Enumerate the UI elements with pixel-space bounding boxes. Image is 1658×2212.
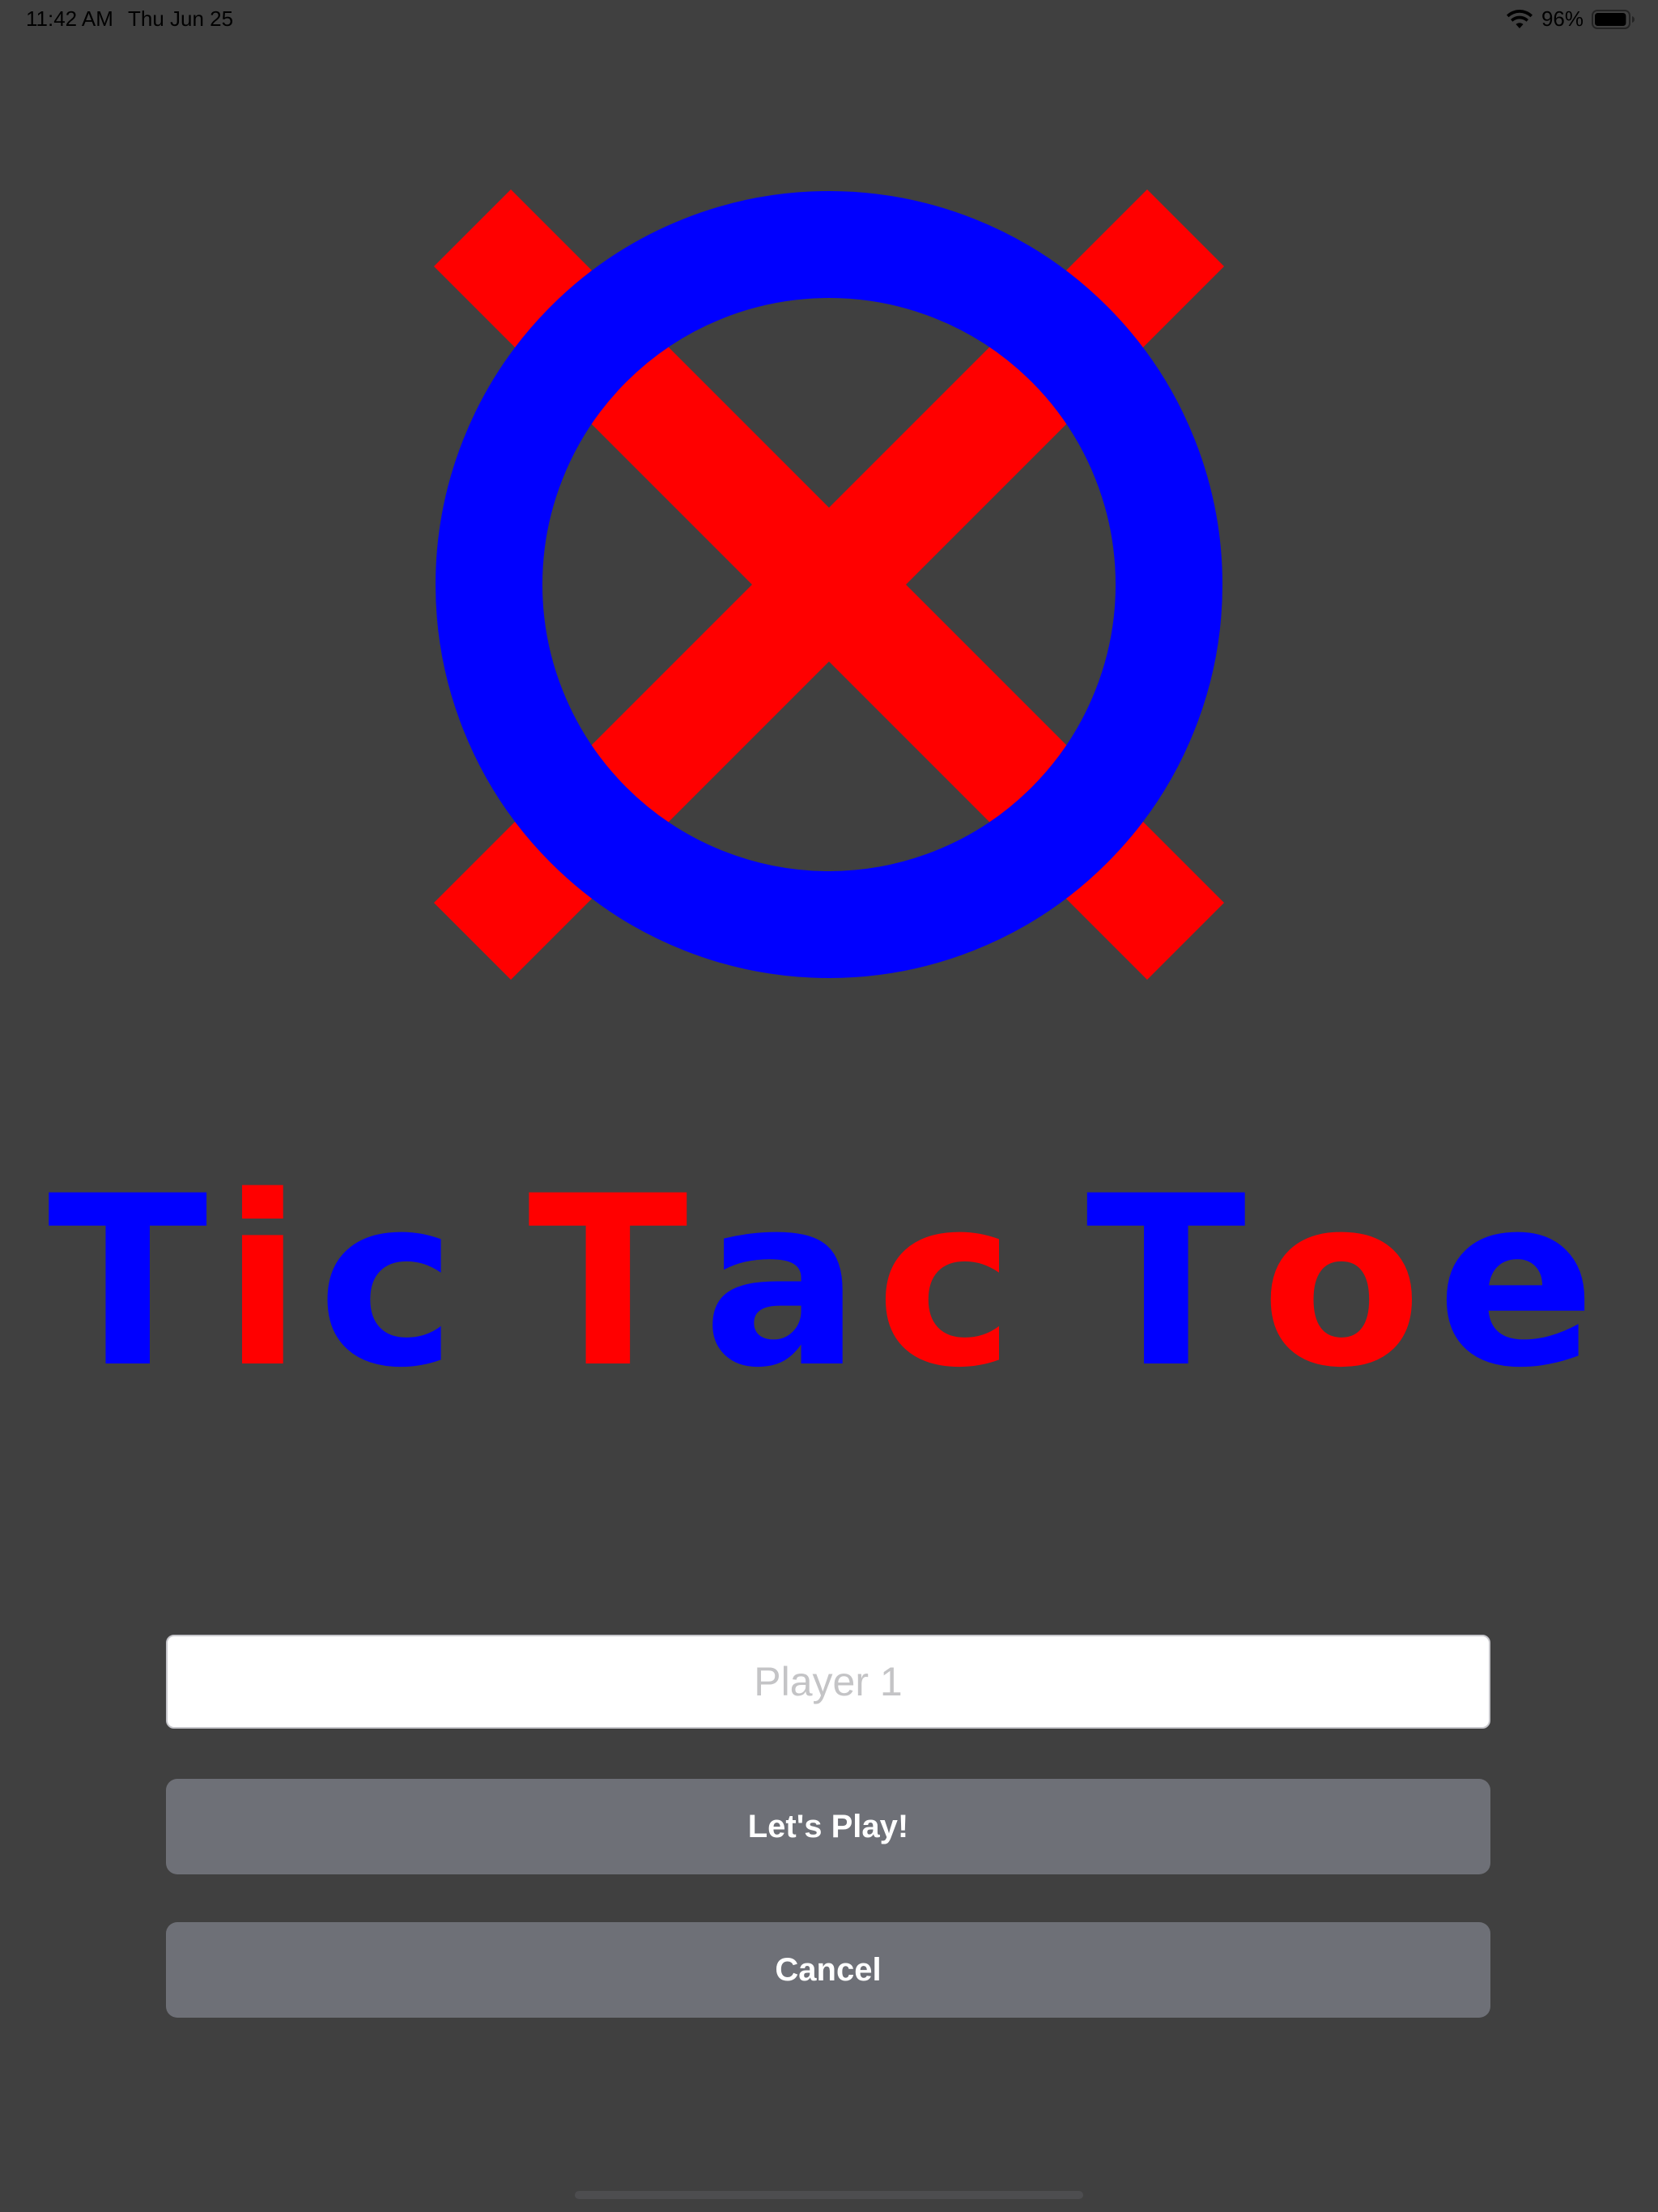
home-indicator[interactable]	[575, 2191, 1083, 2199]
status-date: Thu Jun 25	[128, 6, 234, 31]
battery-percent: 96%	[1541, 6, 1584, 31]
wifi-icon	[1506, 9, 1533, 28]
title-letter: e	[1436, 1146, 1611, 1419]
title-letter: T	[1086, 1146, 1261, 1419]
title-letter: T	[527, 1146, 703, 1419]
title-letter: i	[222, 1146, 318, 1419]
app-logo	[434, 189, 1224, 980]
player-name-input[interactable]	[166, 1635, 1490, 1729]
cancel-button[interactable]: Cancel	[166, 1922, 1490, 2018]
app-title: Tic Tac Toe	[0, 1166, 1658, 1401]
title-letter: T	[47, 1146, 223, 1419]
status-indicators: 96%	[1506, 6, 1635, 32]
title-letter: c	[317, 1146, 471, 1419]
lets-play-button[interactable]: Let's Play!	[166, 1779, 1490, 1874]
status-time: 11:42 AM	[26, 6, 113, 31]
title-letter: c	[875, 1146, 1030, 1419]
battery-icon	[1592, 9, 1635, 29]
status-bar: 11:42 AM Thu Jun 25 96%	[0, 0, 1658, 39]
title-letter: a	[702, 1146, 876, 1419]
title-letter: o	[1261, 1146, 1437, 1419]
